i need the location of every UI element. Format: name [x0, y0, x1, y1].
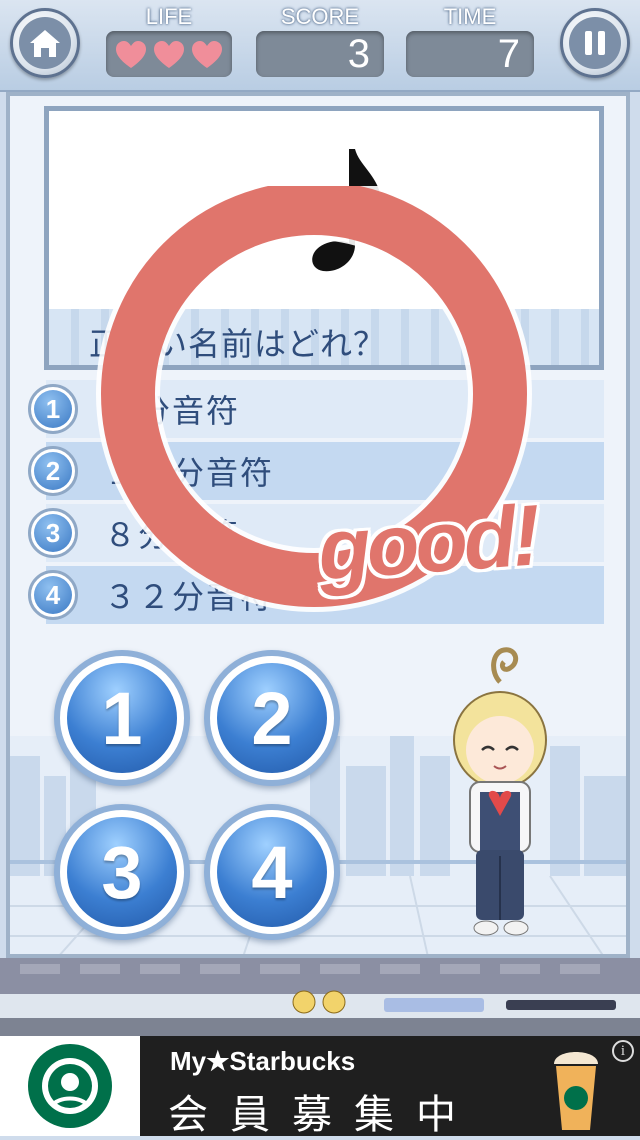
- score-label: SCORE: [280, 4, 360, 29]
- time-value: 7: [497, 32, 520, 76]
- time-box: 7: [406, 31, 534, 77]
- home-button[interactable]: [10, 8, 80, 78]
- shelf-decoration: [0, 958, 640, 1036]
- life-label: LIFE: [145, 4, 193, 29]
- answer-number-badge: 3: [28, 508, 78, 558]
- character-avatar: [453, 647, 547, 936]
- life-box: [106, 31, 232, 77]
- ad-subtitle: 会員募集中: [168, 1092, 478, 1138]
- heart-icon: [192, 41, 222, 68]
- answer-number-badge: 2: [28, 446, 78, 496]
- home-icon: [19, 17, 71, 69]
- answer-button-2[interactable]: 2: [204, 650, 340, 786]
- frappuccino-icon: [554, 1052, 598, 1130]
- score-value: 3: [347, 32, 370, 76]
- heart-icon: [116, 41, 146, 68]
- feedback-text: good!: [314, 487, 540, 599]
- score-box: 3: [256, 31, 384, 77]
- answer-button-4[interactable]: 4: [204, 804, 340, 940]
- answer-number-badge: 1: [28, 384, 78, 434]
- time-label: TIME: [443, 4, 497, 29]
- answer-button-3[interactable]: 3: [54, 804, 190, 940]
- answer-number-badge: 4: [28, 570, 78, 620]
- starbucks-logo: [0, 1036, 140, 1136]
- pause-icon: [569, 17, 621, 69]
- ad-banner[interactable]: My★Starbucks 会員募集中 i: [0, 1036, 640, 1138]
- pause-button[interactable]: [560, 8, 630, 78]
- ad-info-icon[interactable]: i: [612, 1040, 634, 1062]
- game-board: 正しい名前はどれ？ 1 ４分音符 2 １６分音符 3 ８分音符 4 ３２分音符 …: [6, 92, 630, 958]
- top-bar: LIFE SCORE 3 TIME 7: [0, 0, 640, 92]
- heart-icon: [154, 41, 184, 68]
- bottom-shelf: [0, 958, 640, 1036]
- answer-button-1[interactable]: 1: [54, 650, 190, 786]
- ad-title: My★Starbucks: [170, 1046, 356, 1076]
